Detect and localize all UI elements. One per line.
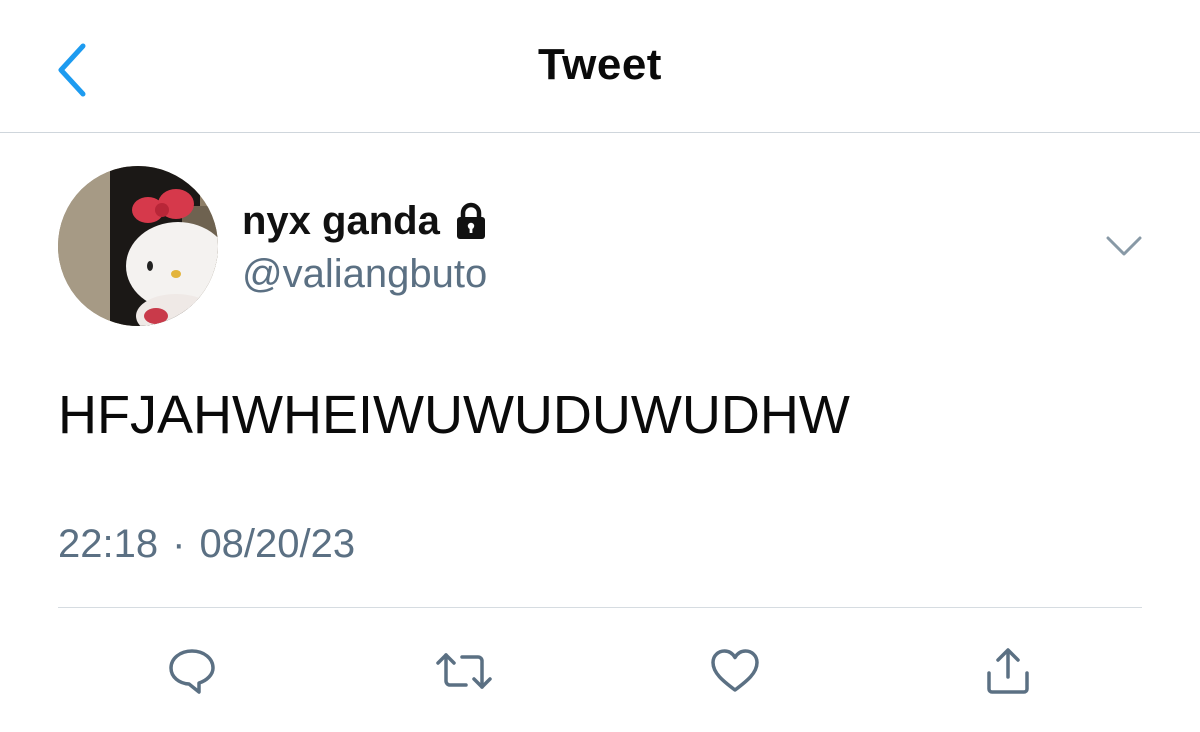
like-button[interactable]	[700, 636, 770, 706]
retweet-button[interactable]	[429, 636, 499, 706]
tweet-options-button[interactable]	[1104, 232, 1144, 260]
avatar[interactable]	[58, 166, 218, 326]
page-title: Tweet	[538, 40, 662, 89]
retweet-icon	[436, 653, 492, 689]
lock-icon	[454, 201, 488, 241]
tweet-time: 22:18	[58, 522, 159, 566]
tweet-text: HFJAHWHEIWUWUDUWUDHW	[58, 385, 850, 445]
tweet-timestamp: 22:18 · 08/20/23	[58, 522, 355, 567]
display-name: nyx ganda	[242, 198, 440, 243]
heart-icon	[711, 649, 759, 692]
share-button[interactable]	[973, 636, 1043, 706]
divider	[58, 607, 1142, 608]
tweet-date: 08/20/23	[199, 522, 356, 566]
avatar-image	[58, 166, 218, 326]
reply-button[interactable]	[157, 636, 227, 706]
tweet-detail-screen: Tweet nyx ganda @valiangbuto HFJAHWHEIWU…	[0, 0, 1200, 732]
share-icon	[987, 648, 1029, 694]
reply-icon	[169, 649, 215, 694]
timestamp-separator: ·	[172, 522, 186, 566]
user-handle[interactable]: @valiangbuto	[242, 252, 487, 297]
author-name-row[interactable]: nyx ganda	[242, 196, 488, 246]
tweet-actions-bar	[0, 630, 1200, 720]
chevron-down-icon	[1106, 236, 1142, 256]
top-bar: Tweet	[0, 0, 1200, 133]
